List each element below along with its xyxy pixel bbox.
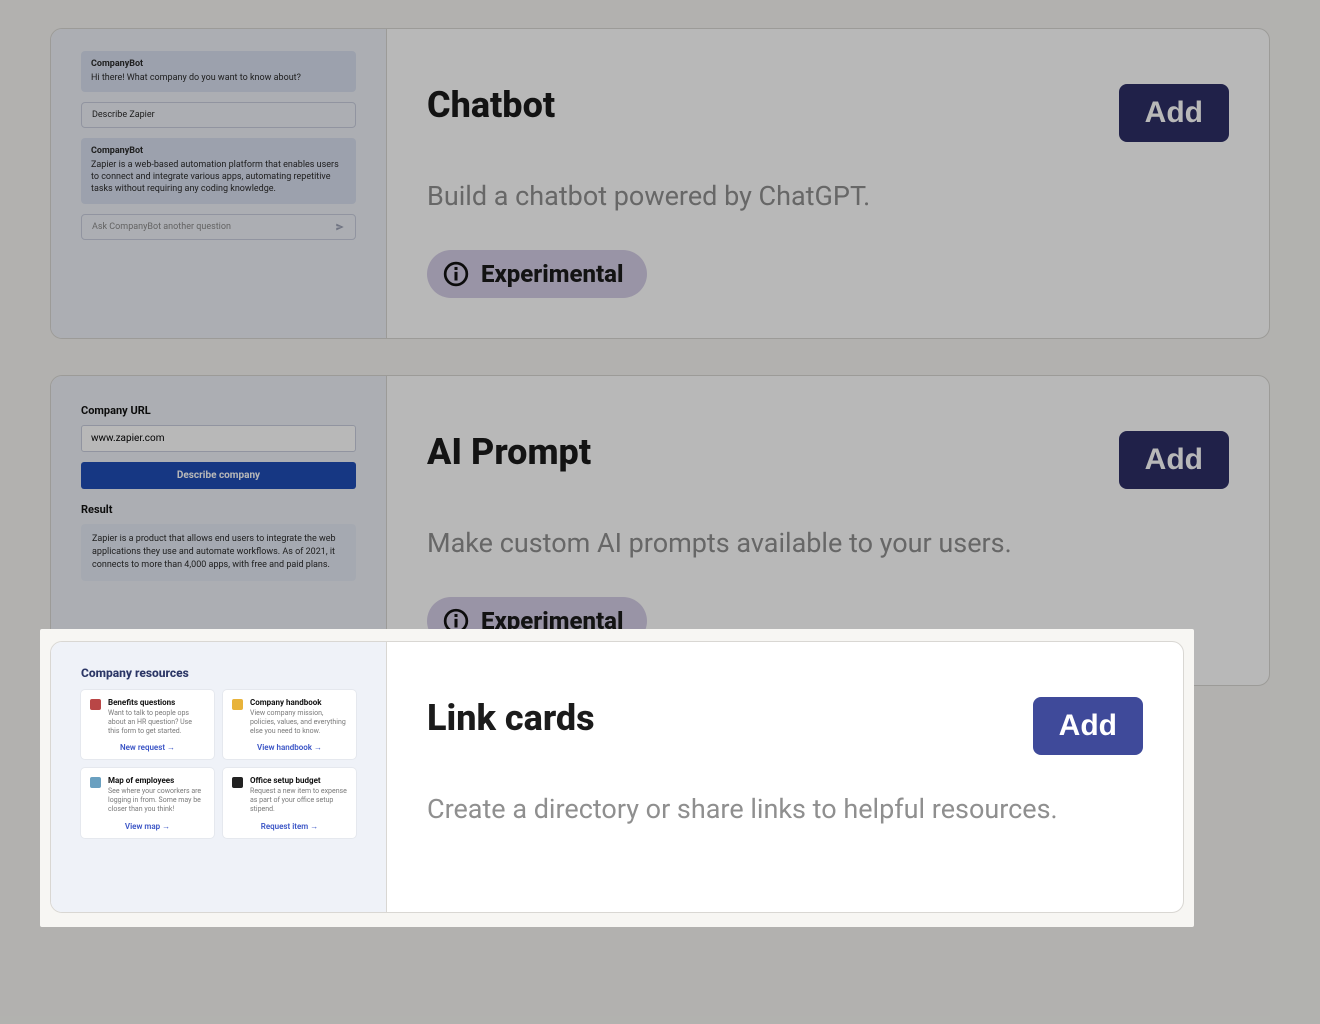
card-title: AI Prompt (427, 431, 591, 473)
thumb-bot-bubble: CompanyBot Hi there! What company do you… (81, 51, 356, 92)
thumb-result-label: Result (81, 503, 356, 516)
thumb-link-cta: New request (90, 743, 205, 752)
experimental-label: Experimental (481, 260, 623, 288)
thumb-link-title: Company handbook (250, 698, 347, 707)
card-icon (90, 699, 101, 710)
add-button[interactable]: Add (1033, 697, 1143, 755)
thumb-describe-button: Describe company (81, 462, 356, 489)
thumb-link-title: Benefits questions (108, 698, 205, 707)
thumb-result-text: Zapier is a product that allows end user… (81, 524, 356, 581)
add-button[interactable]: Add (1119, 84, 1229, 142)
feature-thumb-chatbot: CompanyBot Hi there! What company do you… (51, 29, 387, 338)
send-icon (335, 222, 345, 232)
card-description: Create a directory or share links to hel… (427, 789, 1143, 831)
thumb-link-cta: Request item (232, 822, 347, 831)
info-icon (443, 261, 469, 287)
thumb-link-card: Map of employees See where your coworkers… (81, 768, 214, 837)
card-icon (232, 777, 243, 788)
thumb-link-sub: View company mission, policies, values, … (250, 709, 347, 735)
thumb-link-cta: View map (90, 822, 205, 831)
thumb-link-title: Map of employees (108, 776, 205, 785)
card-description: Build a chatbot powered by ChatGPT. (427, 176, 1229, 218)
thumb-link-cta: View handbook (232, 743, 347, 752)
thumb-link-sub: Want to talk to people ops about an HR q… (108, 709, 205, 735)
card-description: Make custom AI prompts available to your… (427, 523, 1229, 565)
thumb-link-card: Company handbook View company mission, po… (223, 690, 356, 759)
add-button[interactable]: Add (1119, 431, 1229, 489)
thumb-link-card: Benefits questions Want to talk to people… (81, 690, 214, 759)
thumb-bot-name: CompanyBot (91, 146, 346, 156)
thumb-lc-heading: Company resources (81, 666, 356, 680)
thumb-bot-reply: CompanyBot Zapier is a web-based automat… (81, 138, 356, 203)
thumb-link-sub: See where your coworkers are logging in … (108, 787, 205, 813)
card-title: Chatbot (427, 84, 555, 126)
thumb-link-title: Office setup budget (250, 776, 347, 785)
experimental-badge: Experimental (427, 250, 647, 298)
thumb-bot-name: CompanyBot (91, 59, 346, 69)
thumb-link-card: Office setup budget Request a new item to… (223, 768, 356, 837)
thumb-bot-greeting: Hi there! What company do you want to kn… (91, 72, 346, 84)
feature-card-chatbot: CompanyBot Hi there! What company do you… (50, 28, 1270, 339)
thumb-ask-placeholder: Ask CompanyBot another question (92, 222, 231, 232)
spotlight-region: Company resources Benefits questions Want… (40, 629, 1194, 927)
card-title: Link cards (427, 697, 595, 739)
card-icon (232, 699, 243, 710)
thumb-user-bubble: Describe Zapier (81, 102, 356, 128)
thumb-url-value: www.zapier.com (81, 425, 356, 452)
feature-card-link-cards: Company resources Benefits questions Want… (50, 641, 1184, 913)
card-icon (90, 777, 101, 788)
thumb-url-label: Company URL (81, 404, 356, 417)
feature-thumb-link-cards: Company resources Benefits questions Want… (51, 642, 387, 912)
thumb-ask-input: Ask CompanyBot another question (81, 214, 356, 240)
thumb-link-sub: Request a new item to expense as part of… (250, 787, 347, 813)
thumb-bot-reply-text: Zapier is a web-based automation platfor… (91, 159, 346, 195)
